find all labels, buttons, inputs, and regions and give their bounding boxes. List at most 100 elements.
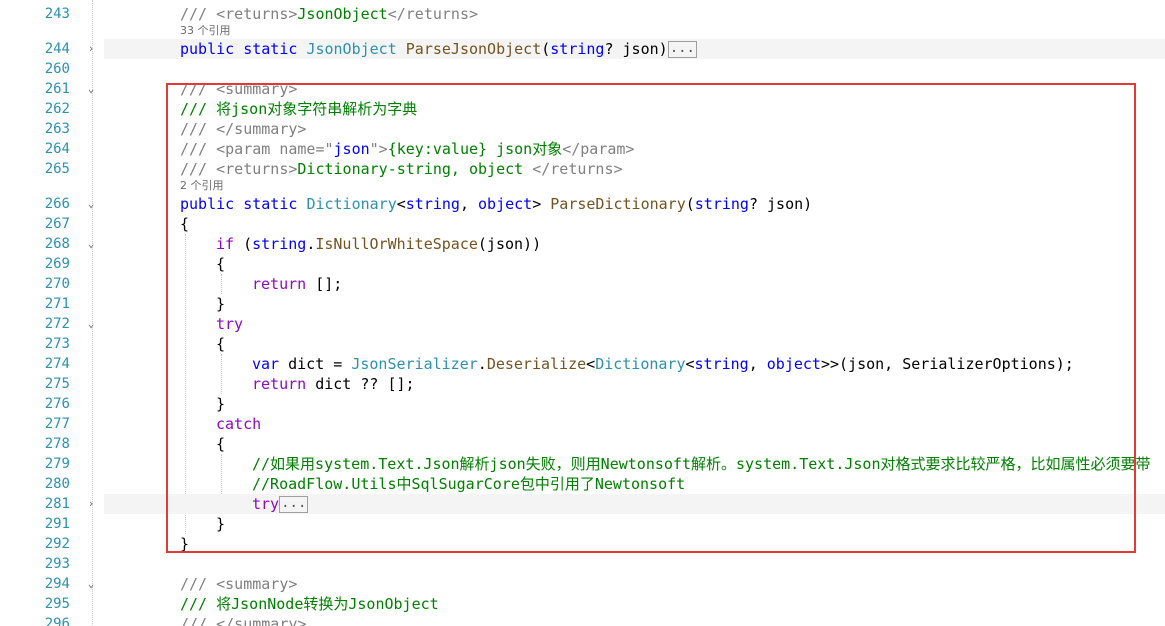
code-text: catch xyxy=(216,415,262,433)
code-text: return dict ?? []; xyxy=(252,375,415,393)
code-editor[interactable]: 243 /// <returns>JsonObject</returns> 33… xyxy=(0,0,1165,626)
code-text: /// <returns>JsonObject</returns> xyxy=(180,5,479,23)
line-number: 264 xyxy=(44,141,70,157)
code-text: /// <summary> xyxy=(180,575,298,593)
line-number: 265 xyxy=(44,161,70,177)
chevron-right-icon[interactable]: › xyxy=(84,39,98,59)
code-line[interactable]: 271 } xyxy=(0,294,1165,314)
code-line[interactable]: 274 var dict = JsonSerializer.Deserializ… xyxy=(0,354,1165,374)
line-number: 279 xyxy=(44,456,70,472)
code-text: /// </summary> xyxy=(180,615,307,626)
codelens[interactable]: 33 个引用 xyxy=(0,24,1165,38)
code-text: /// 将json对象字符串解析为字典 xyxy=(180,100,418,118)
line-number: 275 xyxy=(44,376,70,392)
references-count[interactable]: 33 个引用 xyxy=(180,24,231,38)
chevron-down-icon[interactable]: ⌄ xyxy=(84,234,98,254)
line-number: 263 xyxy=(44,121,70,137)
code-text: public static JsonObject ParseJsonObject… xyxy=(180,40,697,58)
collapsed-ellipsis[interactable]: ... xyxy=(667,41,697,58)
line-number: 243 xyxy=(44,6,70,22)
line-number: 292 xyxy=(44,536,70,552)
line-number: 291 xyxy=(44,516,70,532)
line-number: 271 xyxy=(44,296,70,312)
code-line[interactable]: 293 xyxy=(0,554,1165,574)
line-number: 278 xyxy=(44,436,70,452)
code-line[interactable]: 296 /// </summary> xyxy=(0,614,1165,626)
code-line[interactable]: 266 ⌄ public static Dictionary<string, o… xyxy=(0,194,1165,214)
code-line[interactable]: 267 { xyxy=(0,214,1165,234)
line-number: 269 xyxy=(44,256,70,272)
codelens[interactable]: 2 个引用 xyxy=(0,179,1165,193)
code-text: return []; xyxy=(252,275,343,293)
code-text: { xyxy=(216,435,226,453)
code-line[interactable]: 262 /// 将json对象字符串解析为字典 xyxy=(0,99,1165,119)
line-number: 273 xyxy=(44,336,70,352)
line-number: 260 xyxy=(44,61,70,77)
line-number: 277 xyxy=(44,416,70,432)
code-text: } xyxy=(216,395,226,413)
code-text: /// </summary> xyxy=(180,120,307,138)
code-text: try... xyxy=(252,495,309,513)
code-line[interactable]: 280 //RoadFlow.Utils中SqlSugarCore包中引用了Ne… xyxy=(0,474,1165,494)
line-number: 281 xyxy=(44,496,70,512)
chevron-down-icon[interactable]: ⌄ xyxy=(84,194,98,214)
code-text: /// 将JsonNode转换为JsonObject xyxy=(180,595,439,613)
code-text: //RoadFlow.Utils中SqlSugarCore包中引用了Newton… xyxy=(252,475,686,493)
code-line[interactable]: 273 { xyxy=(0,334,1165,354)
chevron-down-icon[interactable]: ⌄ xyxy=(84,79,98,99)
line-number: 244 xyxy=(44,41,70,57)
code-text: } xyxy=(216,515,226,533)
line-number: 293 xyxy=(44,556,70,572)
code-line[interactable]: 263 /// </summary> xyxy=(0,119,1165,139)
code-line[interactable]: 264 /// <param name="json">{key:value} j… xyxy=(0,139,1165,159)
code-text: /// <param name="json">{key:value} json对… xyxy=(180,140,635,158)
chevron-right-icon[interactable]: › xyxy=(84,494,98,514)
code-line[interactable]: 268 ⌄ if (string.IsNullOrWhiteSpace(json… xyxy=(0,234,1165,254)
code-line[interactable]: 276 } xyxy=(0,394,1165,414)
references-count[interactable]: 2 个引用 xyxy=(180,179,224,193)
code-text: if (string.IsNullOrWhiteSpace(json)) xyxy=(216,235,542,253)
code-line[interactable]: 265 /// <returns>Dictionary-string, obje… xyxy=(0,159,1165,179)
code-text: } xyxy=(180,535,190,553)
line-number: 294 xyxy=(44,576,70,592)
code-line[interactable]: 278 { xyxy=(0,434,1165,454)
line-number: 266 xyxy=(44,196,70,212)
code-line-collapsed[interactable]: 281 › try... xyxy=(0,494,1165,514)
code-text: { xyxy=(180,215,190,233)
collapsed-ellipsis[interactable]: ... xyxy=(279,496,309,513)
code-line[interactable]: 269 { xyxy=(0,254,1165,274)
line-number: 296 xyxy=(44,616,70,626)
line-number: 274 xyxy=(44,356,70,372)
code-line[interactable]: 275 return dict ?? []; xyxy=(0,374,1165,394)
code-line[interactable]: 291 } xyxy=(0,514,1165,534)
code-line[interactable]: 294 ⌄ /// <summary> xyxy=(0,574,1165,594)
code-line[interactable]: 277 catch xyxy=(0,414,1165,434)
line-number: 270 xyxy=(44,276,70,292)
code-text: //如果用system.Text.Json解析json失败，则用Newtonso… xyxy=(252,455,1151,473)
line-number: 276 xyxy=(44,396,70,412)
code-text: try xyxy=(216,315,244,333)
code-text: /// <summary> xyxy=(180,80,298,98)
code-line[interactable]: 270 return []; xyxy=(0,274,1165,294)
code-text: { xyxy=(216,255,226,273)
line-number: 272 xyxy=(44,316,70,332)
code-line[interactable]: 295 /// 将JsonNode转换为JsonObject xyxy=(0,594,1165,614)
chevron-down-icon[interactable]: ⌄ xyxy=(84,574,98,594)
line-number: 261 xyxy=(44,81,70,97)
chevron-down-icon[interactable]: ⌄ xyxy=(84,314,98,334)
line-number: 295 xyxy=(44,596,70,612)
code-text: /// <returns>Dictionary-string, object <… xyxy=(180,160,623,178)
line-number: 262 xyxy=(44,101,70,117)
code-text: var dict = JsonSerializer.Deserialize<Di… xyxy=(252,355,1074,373)
code-line[interactable]: 292 } xyxy=(0,534,1165,554)
line-number: 267 xyxy=(44,216,70,232)
code-line[interactable]: 260 xyxy=(0,59,1165,79)
code-text: } xyxy=(216,295,226,313)
line-number: 268 xyxy=(44,236,70,252)
code-line[interactable]: 279 //如果用system.Text.Json解析json失败，则用Newt… xyxy=(0,454,1165,474)
line-number: 280 xyxy=(44,476,70,492)
code-line[interactable]: 243 /// <returns>JsonObject</returns> xyxy=(0,4,1165,24)
code-line-collapsed[interactable]: 244 › public static JsonObject ParseJson… xyxy=(0,39,1165,59)
code-line[interactable]: 272 ⌄ try xyxy=(0,314,1165,334)
code-line[interactable]: 261 ⌄ /// <summary> xyxy=(0,79,1165,99)
